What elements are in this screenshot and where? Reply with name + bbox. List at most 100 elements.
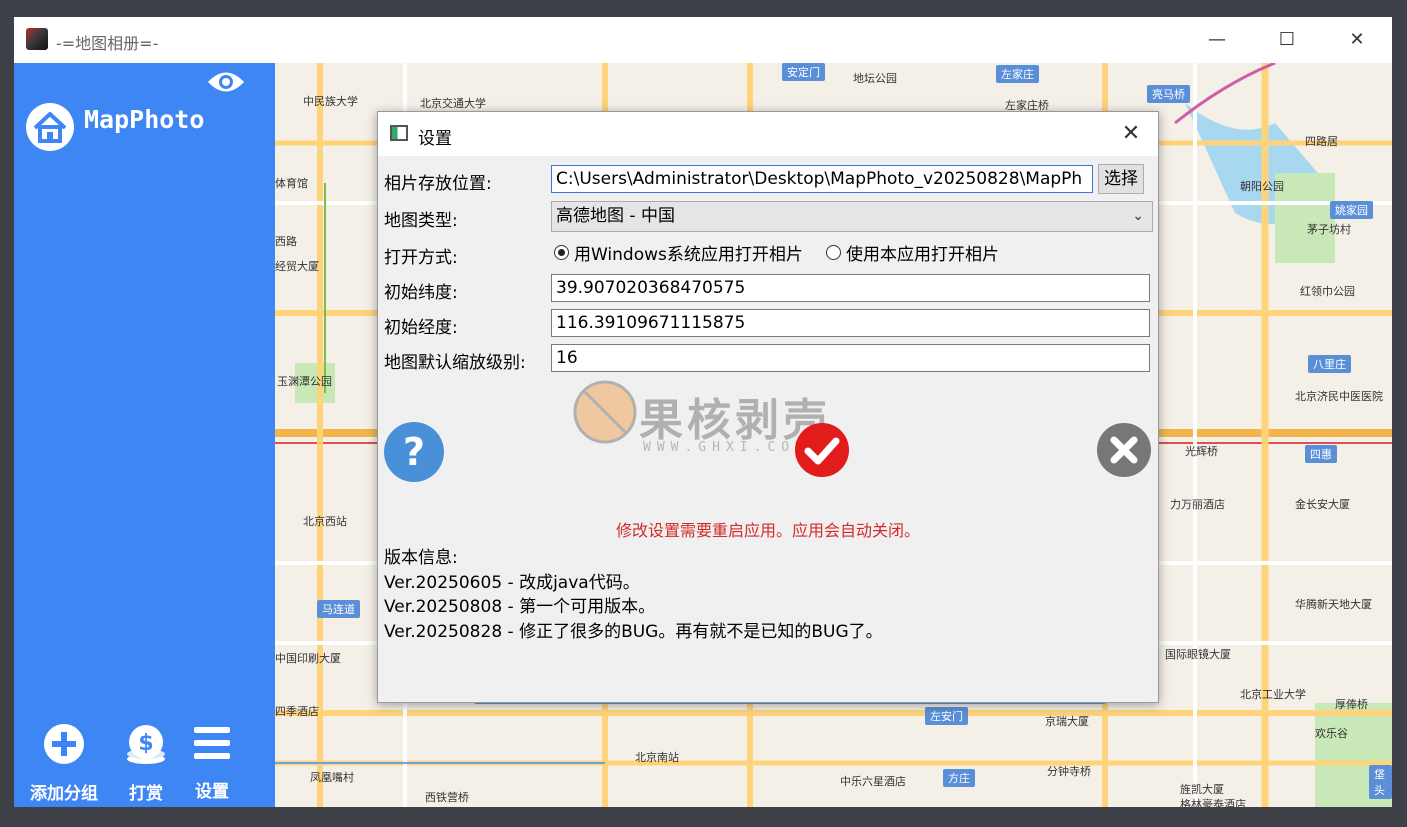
map-label: 厚俸桥 bbox=[1335, 699, 1368, 711]
add-group-button[interactable]: 添加分组 bbox=[24, 723, 104, 804]
radio-checked-icon bbox=[554, 245, 569, 260]
menu-icon bbox=[194, 727, 230, 759]
map-label: 中乐六星酒店 bbox=[840, 776, 906, 788]
map-label: 中国印刷大厦 bbox=[275, 653, 341, 665]
map-label: 北京济民中医医院 bbox=[1295, 391, 1383, 403]
map-label: 经贸大厦 bbox=[275, 261, 319, 273]
map-label: 茅子坊村 bbox=[1307, 224, 1351, 236]
home-icon[interactable] bbox=[24, 101, 76, 157]
confirm-button[interactable] bbox=[794, 422, 850, 482]
brand-name: MapPhoto bbox=[84, 105, 205, 134]
map-label: 朝阳公园 bbox=[1240, 181, 1284, 193]
map-label: 分钟寺桥 bbox=[1047, 766, 1091, 778]
map-label: 北京交通大学 bbox=[420, 98, 486, 110]
close-button[interactable]: ✕ bbox=[1334, 25, 1380, 55]
watermark-logo-icon bbox=[573, 380, 637, 444]
latitude-input[interactable]: 39.907020368470575 bbox=[551, 274, 1150, 302]
map-label: 西铁营桥 bbox=[425, 792, 469, 804]
open-mode-label: 打开方式: bbox=[384, 248, 458, 268]
map-label: 北京工业大学 bbox=[1240, 689, 1306, 701]
map-label: 金长安大厦 bbox=[1295, 499, 1350, 511]
dialog-title-bar[interactable]: 设置 ✕ bbox=[378, 112, 1158, 156]
watermark-url: WWW.GHXI.COM bbox=[643, 440, 809, 455]
sidebar: MapPhoto 添加分组 $ 打赏 设置 bbox=[14, 63, 275, 807]
window-title: -=地图相册=- bbox=[56, 34, 159, 53]
chevron-down-icon: ⌄ bbox=[1132, 208, 1144, 224]
map-label: 中民族大学 bbox=[303, 96, 358, 108]
map-label: 四季酒店 bbox=[275, 706, 319, 718]
longitude-label: 初始经度: bbox=[384, 318, 458, 338]
map-badge: 八里庄 bbox=[1308, 355, 1351, 373]
map-label: 体育馆 bbox=[275, 178, 308, 190]
app-icon bbox=[26, 28, 48, 50]
latitude-label: 初始纬度: bbox=[384, 283, 458, 303]
coins-icon: $ bbox=[127, 725, 165, 764]
map-badge: 四惠 bbox=[1305, 445, 1337, 463]
settings-window-icon bbox=[390, 125, 408, 141]
photo-path-input[interactable]: C:\Users\Administrator\Desktop\MapPhoto_… bbox=[551, 165, 1093, 193]
map-label: 北京西站 bbox=[303, 516, 347, 528]
map-label: 四路居 bbox=[1305, 136, 1338, 148]
open-mode-option2: 使用本应用打开相片 bbox=[846, 245, 999, 265]
map-label: 力万丽酒店 bbox=[1170, 499, 1225, 511]
settings-label: 设置 bbox=[195, 782, 229, 802]
map-label: 格林豪泰酒店 bbox=[1180, 799, 1246, 807]
minimize-button[interactable]: — bbox=[1194, 25, 1240, 55]
add-circle-icon bbox=[44, 724, 84, 764]
watermark: 果核剥壳 WWW.GHXI.COM bbox=[573, 380, 827, 455]
map-badge: 马连道 bbox=[317, 600, 360, 618]
map-label: 地坛公园 bbox=[853, 73, 897, 85]
map-label: 凤凰嘴村 bbox=[310, 772, 354, 784]
version-title: 版本信息: bbox=[384, 548, 458, 568]
version-line: Ver.20250605 - 改成java代码。 bbox=[384, 572, 640, 593]
map-label: 玉渊潭公园 bbox=[277, 376, 332, 388]
title-bar[interactable]: -=地图相册=- — ☐ ✕ bbox=[14, 17, 1392, 63]
map-label: 京瑞大厦 bbox=[1045, 716, 1089, 728]
dialog-close-button[interactable]: ✕ bbox=[1113, 118, 1149, 150]
map-badge: 左安门 bbox=[925, 707, 968, 725]
add-group-label: 添加分组 bbox=[30, 784, 98, 804]
map-label: 国际眼镜大厦 bbox=[1165, 649, 1231, 661]
map-badge: 垡头 bbox=[1369, 765, 1392, 799]
map-label: 光辉桥 bbox=[1185, 446, 1218, 458]
open-mode-app-radio[interactable]: 使用本应用打开相片 bbox=[826, 240, 999, 265]
map-badge: 亮马桥 bbox=[1147, 85, 1190, 103]
version-info: 版本信息: Ver.20250605 - 改成java代码。 Ver.20250… bbox=[384, 546, 883, 644]
map-label: 西路 bbox=[275, 236, 297, 248]
browse-button[interactable]: 选择 bbox=[1098, 164, 1144, 194]
help-button[interactable]: ? bbox=[384, 422, 444, 486]
dialog-title: 设置 bbox=[418, 129, 452, 149]
settings-dialog: 设置 ✕ 相片存放位置: C:\Users\Administrator\Desk… bbox=[377, 111, 1159, 703]
zoom-label: 地图默认缩放级别: bbox=[384, 353, 526, 373]
map-badge: 安定门 bbox=[782, 63, 825, 81]
map-label: 旌凯大厦 bbox=[1180, 784, 1224, 796]
map-label: 华腾新天地大厦 bbox=[1295, 599, 1372, 611]
close-circle-icon bbox=[1097, 423, 1151, 477]
svg-text:?: ? bbox=[403, 430, 425, 474]
cancel-button[interactable] bbox=[1096, 422, 1152, 482]
map-type-select[interactable]: 高德地图 - 中国 ⌄ bbox=[551, 201, 1153, 232]
longitude-input[interactable]: 116.39109671115875 bbox=[551, 309, 1150, 337]
map-badge: 左家庄 bbox=[996, 65, 1039, 83]
maximize-button[interactable]: ☐ bbox=[1264, 25, 1310, 55]
version-line: Ver.20250828 - 修正了很多的BUG。再有就不是已知的BUG了。 bbox=[384, 621, 883, 642]
restart-notice: 修改设置需要重启应用。应用会自动关闭。 bbox=[615, 521, 920, 540]
check-icon bbox=[795, 423, 849, 477]
map-label: 欢乐谷 bbox=[1315, 728, 1348, 740]
eye-icon[interactable] bbox=[206, 69, 246, 99]
open-mode-option1: 用Windows系统应用打开相片 bbox=[574, 245, 803, 265]
zoom-input[interactable]: 16 bbox=[551, 344, 1150, 372]
version-line: Ver.20250808 - 第一个可用版本。 bbox=[384, 597, 656, 617]
photo-path-label: 相片存放位置: bbox=[384, 174, 492, 194]
map-badge: 方庄 bbox=[943, 769, 975, 787]
radio-unchecked-icon bbox=[826, 245, 841, 260]
help-icon: ? bbox=[384, 422, 444, 482]
map-type-value: 高德地图 - 中国 bbox=[556, 206, 675, 226]
map-badge: 姚家园 bbox=[1330, 201, 1373, 219]
settings-button[interactable]: 设置 bbox=[172, 723, 252, 802]
map-type-label: 地图类型: bbox=[384, 211, 458, 231]
map-label: 红领巾公园 bbox=[1300, 286, 1355, 298]
map-label: 北京南站 bbox=[635, 752, 679, 764]
open-mode-system-radio[interactable]: 用Windows系统应用打开相片 bbox=[554, 240, 803, 265]
svg-text:$: $ bbox=[138, 731, 153, 756]
